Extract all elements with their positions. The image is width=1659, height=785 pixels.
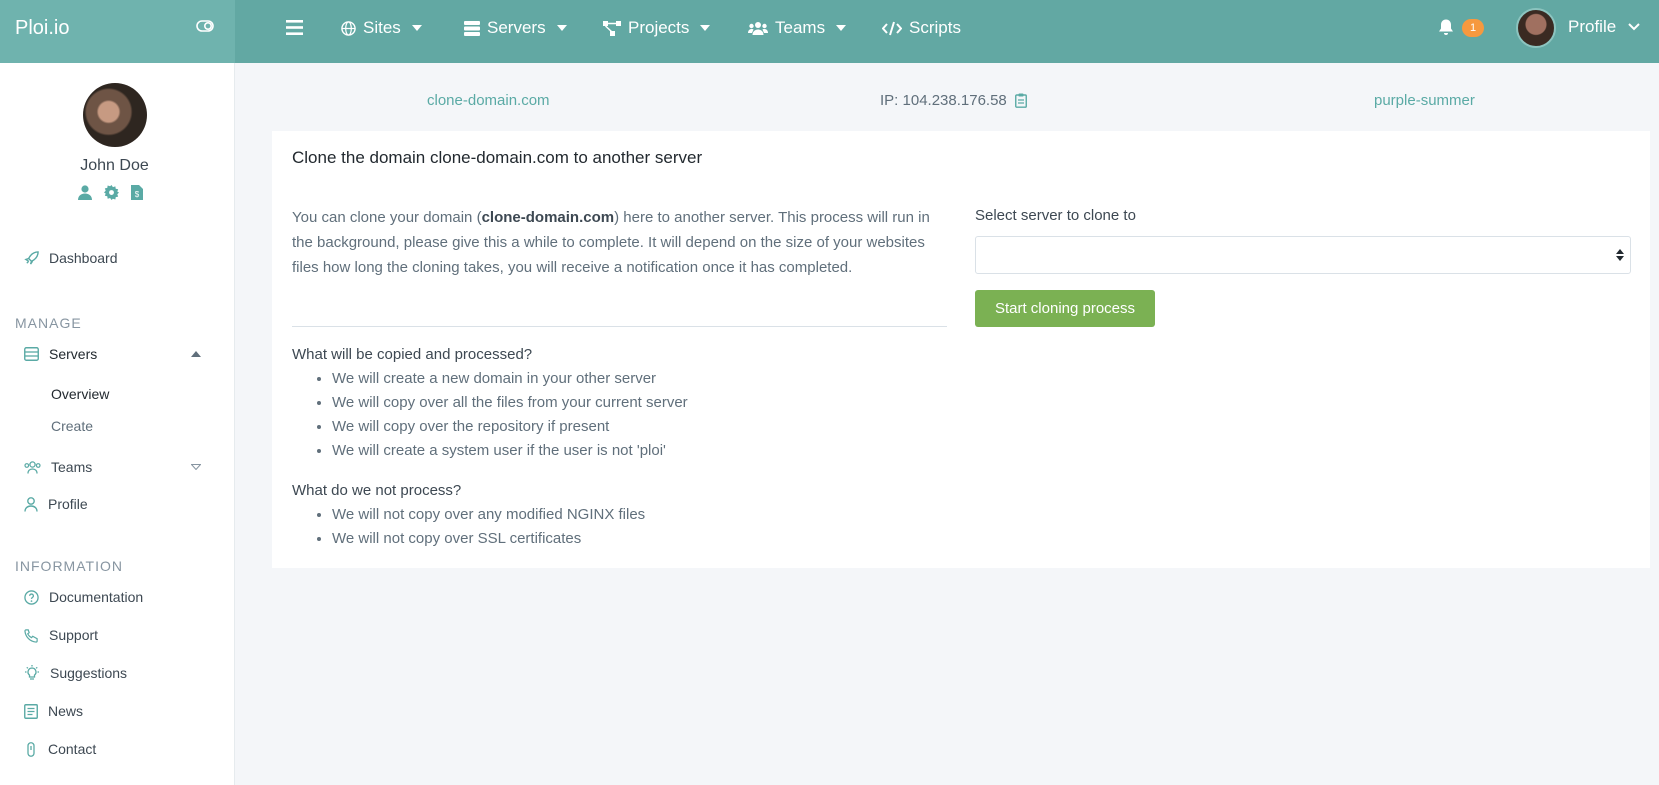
information-heading: INFORMATION [15, 558, 123, 574]
sidebar: John Doe $ Dashboard MANAGE Servers Over… [0, 63, 235, 785]
user-name: John Doe [80, 157, 149, 174]
nav-teams-label: Teams [775, 18, 826, 37]
sidebar-toggle-icon[interactable] [196, 20, 214, 32]
list-item: We will copy over the repository if pres… [332, 415, 688, 439]
lightbulb-icon [24, 665, 40, 681]
chevron-down-icon [411, 25, 422, 31]
sidebar-item-dashboard[interactable]: Dashboard [24, 250, 118, 266]
menu-icon[interactable] [286, 20, 303, 35]
profile-label: Profile [1568, 17, 1617, 36]
sidebar-item-support[interactable]: Support [24, 627, 98, 643]
top-navbar: Ploi.io Sites Servers Projects Teams Scr… [0, 0, 1659, 63]
nav-projects[interactable]: Projects [603, 18, 711, 38]
nav-scripts-label: Scripts [909, 18, 961, 37]
copied-list: We will create a new domain in your othe… [332, 367, 688, 463]
sidebar-item-label: News [48, 703, 84, 719]
desc-domain: clone-domain.com [481, 209, 615, 226]
list-item: We will not copy over any modified NGINX… [332, 503, 645, 527]
invoice-icon[interactable]: $ [131, 185, 143, 200]
gear-icon[interactable] [104, 185, 119, 200]
nav-scripts[interactable]: Scripts [882, 18, 961, 38]
desc-text-before: You can clone your domain ( [292, 209, 482, 226]
manage-heading: MANAGE [15, 315, 82, 331]
chevron-down-icon [836, 25, 847, 31]
domain-info-bar: clone-domain.com IP: 104.238.176.58 purp… [272, 92, 1650, 114]
sidebar-item-label: Dashboard [49, 250, 118, 266]
sidebar-subitem-overview[interactable]: Overview [51, 386, 109, 402]
user-icon [24, 496, 38, 512]
brand-logo[interactable]: Ploi.io [15, 17, 69, 40]
rocket-icon [24, 250, 39, 266]
sidebar-item-servers[interactable]: Servers [24, 346, 97, 362]
users-icon [24, 460, 41, 474]
clone-domain-card: Clone the domain clone-domain.com to ano… [272, 131, 1650, 568]
not-processed-heading: What do we not process? [292, 482, 462, 499]
chevron-down-icon [700, 25, 711, 31]
bell-icon[interactable] [1438, 19, 1454, 36]
sidebar-item-suggestions[interactable]: Suggestions [24, 665, 127, 681]
nav-projects-label: Projects [628, 18, 690, 37]
question-circle-icon [24, 589, 39, 605]
chevron-down-icon [556, 25, 567, 31]
select-arrows-icon [1616, 248, 1624, 262]
brand-area: Ploi.io [0, 0, 235, 63]
list-item: We will create a system user if the user… [332, 439, 688, 463]
divider [292, 326, 947, 327]
page-title: Clone the domain clone-domain.com to ano… [292, 148, 703, 167]
sidebar-item-label: Profile [48, 496, 88, 512]
server-ip: IP: 104.238.176.58 [880, 92, 1027, 109]
server-icon [464, 20, 480, 36]
sidebar-item-profile[interactable]: Profile [24, 496, 88, 512]
user-quick-links: $ [78, 185, 143, 200]
chevron-down-icon [1628, 23, 1640, 31]
clone-description: You can clone your domain (clone-domain.… [292, 205, 947, 280]
list-item: We will not copy over SSL certificates [332, 527, 645, 551]
project-diagram-icon [603, 20, 621, 36]
nav-sites-label: Sites [363, 18, 401, 37]
globe-icon [341, 20, 356, 36]
domain-link[interactable]: clone-domain.com [427, 92, 550, 109]
not-processed-list: We will not copy over any modified NGINX… [332, 503, 645, 551]
sidebar-item-label: Documentation [49, 589, 144, 605]
nav-sites[interactable]: Sites [341, 18, 422, 38]
list-item: We will create a new domain in your othe… [332, 367, 688, 391]
sidebar-item-label: Suggestions [50, 665, 128, 681]
users-icon [748, 21, 768, 35]
server-select[interactable] [975, 236, 1631, 274]
contact-icon [24, 741, 38, 757]
sidebar-item-documentation[interactable]: Documentation [24, 589, 143, 605]
user-avatar [83, 83, 147, 147]
sidebar-item-label: Support [49, 627, 99, 643]
nav-servers[interactable]: Servers [464, 18, 567, 38]
avatar[interactable] [1516, 8, 1556, 48]
ip-text: IP: 104.238.176.58 [880, 92, 1007, 109]
user-icon[interactable] [78, 185, 92, 200]
sidebar-item-contact[interactable]: Contact [24, 741, 96, 757]
sidebar-item-teams[interactable]: Teams [24, 459, 92, 475]
chevron-up-icon[interactable] [191, 351, 201, 357]
notification-badge: 1 [1462, 19, 1484, 37]
select-server-label: Select server to clone to [975, 207, 1136, 224]
sidebar-item-label: Contact [48, 741, 97, 757]
code-icon [882, 21, 902, 36]
sidebar-item-label: Servers [49, 346, 98, 362]
clipboard-icon[interactable] [1014, 93, 1027, 108]
sidebar-item-news[interactable]: News [24, 703, 83, 719]
nav-teams[interactable]: Teams [748, 18, 847, 38]
newspaper-icon [24, 703, 38, 719]
phone-icon [24, 628, 39, 643]
server-icon [24, 347, 39, 361]
chevron-down-icon[interactable] [191, 464, 201, 470]
start-cloning-button[interactable]: Start cloning process [975, 290, 1155, 327]
nav-servers-label: Servers [487, 18, 546, 37]
server-name-link[interactable]: purple-summer [1374, 92, 1475, 109]
svg-text:$: $ [135, 190, 140, 199]
list-item: We will copy over all the files from you… [332, 391, 688, 415]
sidebar-item-label: Teams [51, 459, 93, 475]
profile-menu[interactable]: Profile [1568, 17, 1640, 37]
sidebar-subitem-create[interactable]: Create [51, 418, 93, 434]
copied-heading: What will be copied and processed? [292, 346, 533, 363]
